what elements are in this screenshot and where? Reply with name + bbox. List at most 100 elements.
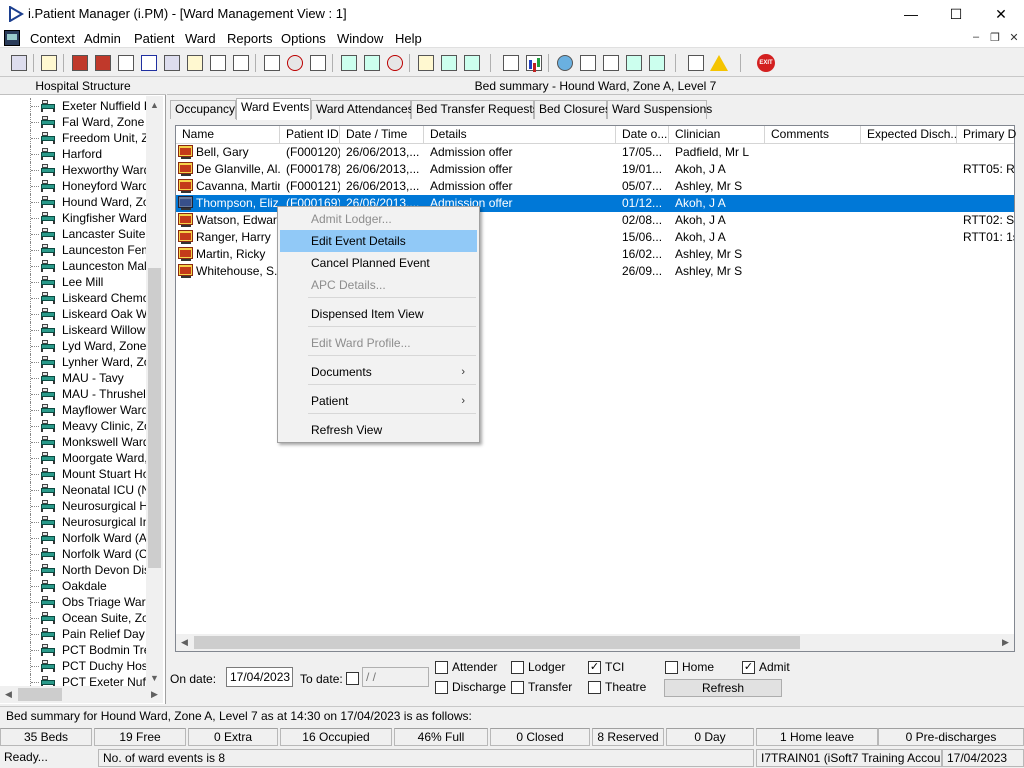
note-icon[interactable] — [184, 52, 206, 74]
search-doc-icon[interactable] — [261, 52, 283, 74]
menu-item-dispensed-item-view[interactable]: Dispensed Item View — [280, 303, 477, 325]
scrollbar-thumb[interactable] — [148, 268, 161, 568]
tree-item[interactable]: Oakdale — [0, 578, 146, 594]
lodger-checkbox[interactable] — [511, 661, 524, 674]
tree-item[interactable]: Kingfisher Ward — [0, 210, 146, 226]
tci-checkbox[interactable]: ✓ — [588, 661, 601, 674]
tree-item[interactable]: Neonatal ICU (NN — [0, 482, 146, 498]
tree-item[interactable]: Lee Mill — [0, 274, 146, 290]
refresh-button[interactable]: Refresh — [664, 679, 782, 697]
tree-item[interactable]: Monkswell Ward, — [0, 434, 146, 450]
notes-icon[interactable] — [415, 52, 437, 74]
scrollbar-thumb[interactable] — [194, 636, 800, 649]
table-row[interactable]: Bell, Gary (F000120) 26/06/2013,... Admissi… — [176, 144, 1014, 161]
discharge-checkbox[interactable] — [435, 681, 448, 694]
scroll-left-icon[interactable]: ◀ — [176, 634, 193, 651]
column-header-expected-discharge[interactable]: Expected Disch... — [861, 126, 957, 143]
tree-item[interactable]: PCT Duchy Hosp — [0, 658, 146, 674]
mdi-restore-button[interactable]: ❐ — [987, 31, 1003, 45]
inbox-icon[interactable] — [577, 52, 599, 74]
tree-item[interactable]: Norfolk Ward (Co — [0, 546, 146, 562]
doctor-icon[interactable] — [161, 52, 183, 74]
to-date-checkbox[interactable] — [346, 672, 359, 685]
tree-item[interactable]: Mayflower Ward, — [0, 402, 146, 418]
scrollbar-thumb[interactable] — [18, 688, 62, 701]
view-edit-icon[interactable] — [361, 52, 383, 74]
tree-item[interactable]: Pain Relief Day C — [0, 626, 146, 642]
form-icon[interactable] — [115, 52, 137, 74]
gauge-icon[interactable] — [384, 52, 406, 74]
column-header-name[interactable]: Name — [176, 126, 280, 143]
maximize-button[interactable]: ☐ — [933, 0, 979, 28]
tree-item[interactable]: Exeter Nuffield He — [0, 98, 146, 114]
menu-item-edit-event-details[interactable]: Edit Event Details — [280, 230, 477, 252]
tree-item[interactable]: Harford — [0, 146, 146, 162]
tree-item[interactable]: Launceston Male — [0, 258, 146, 274]
tree-item[interactable]: Lynher Ward, Zor — [0, 354, 146, 370]
bar-chart-icon[interactable] — [523, 52, 545, 74]
tab-ward-suspensions[interactable]: Ward Suspensions — [607, 100, 712, 119]
menu-window[interactable]: Window — [337, 31, 383, 46]
scroll-up-icon[interactable]: ▲ — [146, 96, 163, 113]
clipboard-icon[interactable] — [207, 52, 229, 74]
scroll-right-icon[interactable]: ▶ — [146, 686, 163, 703]
transfer-back-icon[interactable] — [646, 52, 668, 74]
mdi-close-button[interactable]: ✕ — [1006, 31, 1022, 45]
tree-item[interactable]: PCT Bodmin Trea — [0, 642, 146, 658]
tree-item[interactable]: Liskeard Oak Wa — [0, 306, 146, 322]
tree-item[interactable]: Hound Ward, Zon — [0, 194, 146, 210]
globe-icon[interactable] — [554, 52, 576, 74]
hospital-structure-tree[interactable]: Exeter Nuffield He Fal Ward, Zone E Freedo… — [0, 96, 146, 686]
column-header-details[interactable]: Details — [424, 126, 616, 143]
printer-icon[interactable] — [38, 52, 60, 74]
calendar-m-icon[interactable] — [138, 52, 160, 74]
tab-ward-events[interactable]: Ward Events — [236, 98, 311, 120]
menu-admin[interactable]: Admin — [84, 31, 121, 46]
minimize-button[interactable]: — — [888, 0, 934, 28]
tree-item[interactable]: Ocean Suite, Zor — [0, 610, 146, 626]
mdi-minimize-button[interactable]: – — [968, 31, 984, 45]
table-row[interactable]: De Glanville, Al... (F000178) 26/06/2013,.… — [176, 161, 1014, 178]
tree-item[interactable]: Liskeard Willow V — [0, 322, 146, 338]
book-edit-icon[interactable] — [92, 52, 114, 74]
tree-item[interactable]: Launceston Fema — [0, 242, 146, 258]
menu-item-cancel-planned-event[interactable]: Cancel Planned Event — [280, 252, 477, 274]
on-date-field[interactable]: 17/04/2023 — [226, 667, 293, 687]
document-window-icon[interactable] — [4, 30, 20, 46]
column-header-date-time[interactable]: Date / Time — [340, 126, 424, 143]
bed-person-icon[interactable] — [461, 52, 483, 74]
referral-icon[interactable] — [230, 52, 252, 74]
menu-context[interactable]: Context — [30, 31, 75, 46]
attender-checkbox[interactable] — [435, 661, 448, 674]
clock-icon[interactable] — [284, 52, 306, 74]
tree-item[interactable]: Fal Ward, Zone E — [0, 114, 146, 130]
tree-item[interactable]: Neurosurgical Hig — [0, 498, 146, 514]
menu-item-patient[interactable]: Patient › — [280, 390, 477, 412]
tree-item[interactable]: Freedom Unit, Zo — [0, 130, 146, 146]
tab-bed-transfer-requests[interactable]: Bed Transfer Requests — [411, 100, 539, 119]
document-icon[interactable] — [500, 52, 522, 74]
scroll-left-icon[interactable]: ◀ — [0, 686, 17, 703]
exit-icon[interactable]: EXIT — [755, 52, 777, 74]
tree-item[interactable]: Honeyford Ward, — [0, 178, 146, 194]
menu-reports[interactable]: Reports — [227, 31, 273, 46]
tree-item[interactable]: Moorgate Ward, Z — [0, 450, 146, 466]
column-header-clinician[interactable]: Clinician — [669, 126, 765, 143]
swap-icon[interactable] — [685, 52, 707, 74]
tree-item[interactable]: MAU - Tavy — [0, 370, 146, 386]
menu-help[interactable]: Help — [395, 31, 422, 46]
tab-bed-closures[interactable]: Bed Closures — [534, 100, 611, 119]
tab-ward-attendances[interactable]: Ward Attendances — [311, 100, 414, 119]
column-header-comments[interactable]: Comments — [765, 126, 861, 143]
column-header-primary-diagnosis[interactable]: Primary Dia — [957, 126, 1017, 143]
person-search-icon[interactable] — [8, 52, 30, 74]
transfer-checkbox[interactable] — [511, 681, 524, 694]
tree-horizontal-scrollbar[interactable]: ◀ ▶ — [0, 686, 163, 703]
list-icon[interactable] — [307, 52, 329, 74]
table-row[interactable]: Cavanna, Martin (F000121) 26/06/2013,... Ad… — [176, 178, 1014, 195]
tree-vertical-scrollbar[interactable]: ▲ ▼ — [146, 96, 163, 686]
grid-horizontal-scrollbar[interactable]: ◀ ▶ — [176, 634, 1014, 651]
tree-item[interactable]: Lancaster Suite, Z — [0, 226, 146, 242]
menu-ward[interactable]: Ward — [185, 31, 216, 46]
transfer-icon[interactable] — [623, 52, 645, 74]
